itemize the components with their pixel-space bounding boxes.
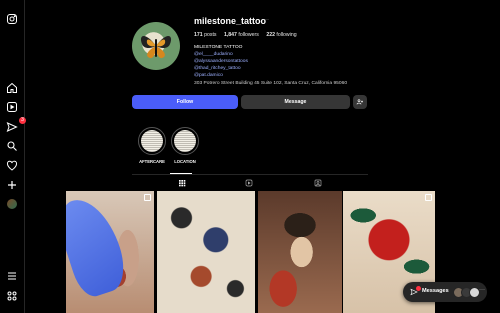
home-icon[interactable] [6, 82, 18, 94]
bio-link[interactable]: @el____dudarino [194, 52, 347, 59]
messages-badge: 3 [19, 117, 26, 124]
posts-count: 171 posts [194, 32, 217, 38]
bio-name: MILESTONE TATTOO [194, 45, 243, 50]
send-icon[interactable]: 3 [6, 117, 26, 133]
heart-icon[interactable] [6, 160, 18, 172]
instagram-icon[interactable] [6, 13, 18, 25]
sidebar: 3 [0, 0, 26, 313]
bio-link[interactable]: @thad_ritchey_tattoo [194, 66, 347, 73]
reels-icon[interactable] [6, 101, 18, 113]
active-tab-indicator [170, 173, 192, 174]
profile-picture[interactable] [132, 22, 180, 70]
tab-posts[interactable] [177, 179, 187, 189]
follow-button[interactable]: Follow [132, 95, 238, 109]
profile-tabs [132, 174, 368, 191]
more-options-button[interactable]: ··· [263, 17, 269, 23]
profile-stats: 171 posts 1,847 followers 222 following [194, 32, 303, 38]
menu-icon[interactable] [6, 270, 18, 282]
highlight-label: LOCATION [174, 159, 196, 164]
post-thumbnail[interactable] [258, 191, 342, 313]
highlight-location[interactable]: LOCATION [170, 127, 200, 164]
bio-link[interactable]: @alyssaandersontattoos [194, 59, 347, 66]
carousel-icon [425, 194, 432, 201]
grid-icon [179, 180, 186, 187]
messages-badge [416, 286, 421, 291]
threads-icon[interactable] [6, 290, 18, 302]
reels-icon [245, 179, 253, 187]
carousel-icon [144, 194, 151, 201]
followers-count[interactable]: 1,847 followers [224, 32, 259, 38]
profile-username: milestone_tattoo [194, 16, 267, 26]
tab-tagged[interactable] [313, 179, 323, 189]
search-icon[interactable] [6, 140, 18, 152]
glove-shape [66, 191, 132, 301]
tagged-icon [314, 179, 322, 187]
message-button[interactable]: Message [241, 95, 350, 109]
avatar[interactable] [7, 199, 17, 209]
following-count[interactable]: 222 following [266, 32, 296, 38]
messages-bar[interactable]: Messages ··· [403, 282, 487, 302]
bio-address: 303 Potrero Street Building 45 Suite 102… [194, 80, 348, 86]
highlight-label: AFTERCARE [139, 159, 165, 164]
post-thumbnail[interactable] [157, 191, 255, 313]
post-thumbnail[interactable] [66, 191, 154, 313]
more-icon: ··· [479, 287, 485, 293]
suggested-accounts-button[interactable] [353, 95, 367, 109]
tab-reels[interactable] [244, 179, 254, 189]
profile-bio: MILESTONE TATTOO @el____dudarino @alyssa… [194, 45, 347, 87]
highlight-cover [171, 127, 199, 155]
bio-link[interactable]: @pat.damico [194, 73, 347, 80]
plus-icon[interactable] [6, 179, 18, 191]
messages-label: Messages [422, 288, 449, 294]
highlight-cover [138, 127, 166, 155]
highlight-aftercare[interactable]: AFTERCARE [137, 127, 167, 164]
